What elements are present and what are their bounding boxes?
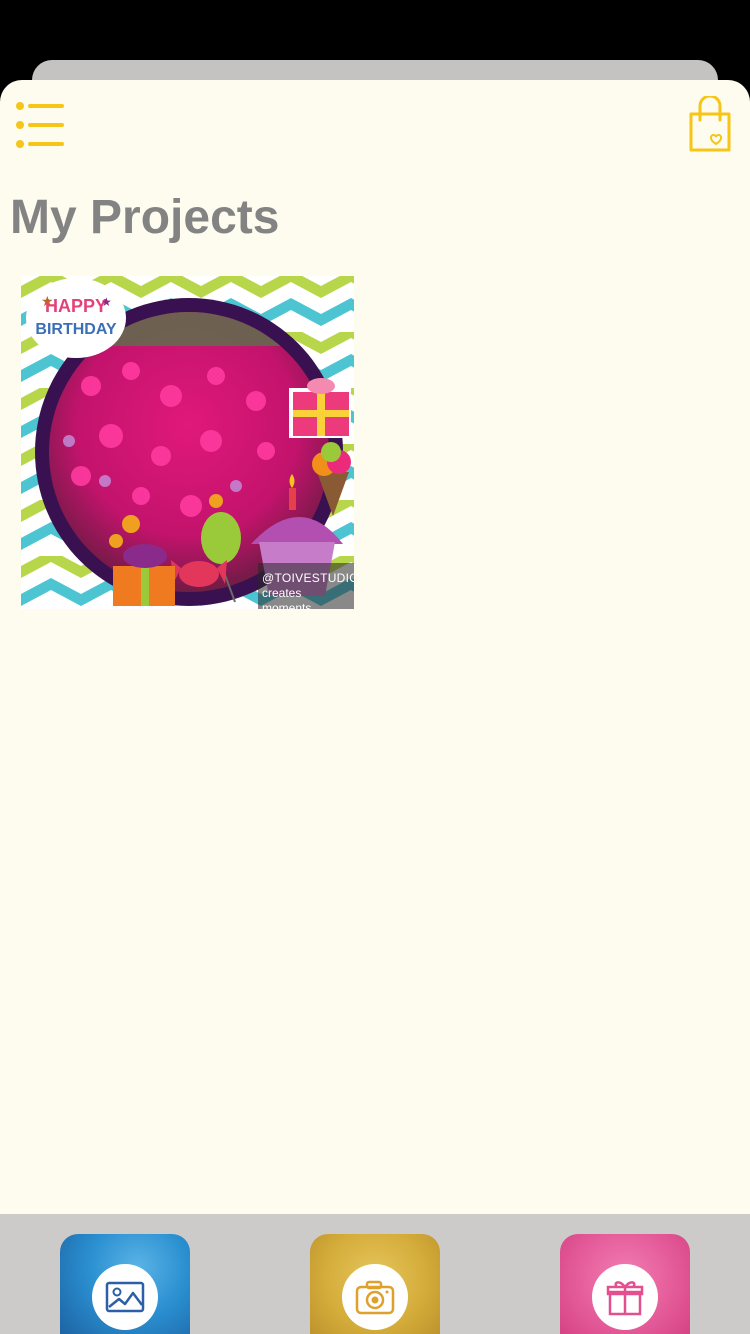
svg-text:★: ★ bbox=[101, 295, 112, 309]
gift-icon bbox=[606, 1281, 644, 1316]
project-thumbnail[interactable]: HAPPY BIRTHDAY ★ ★ @TOIVESTUDIO creates … bbox=[21, 276, 354, 609]
svg-text:HAPPY: HAPPY bbox=[45, 296, 107, 316]
screen: My Projects HAPPY BIRTHDAY ★ ★ @TOIVESTU… bbox=[0, 0, 750, 1334]
watermark-tagline: creates moments bbox=[262, 586, 312, 609]
watermark-handle: @TOIVESTUDIO bbox=[262, 571, 354, 585]
menu-button[interactable] bbox=[14, 100, 66, 152]
tab-gift[interactable] bbox=[560, 1234, 690, 1334]
tab-camera[interactable] bbox=[310, 1234, 440, 1334]
shopping-bag-icon bbox=[689, 94, 731, 152]
camera-icon bbox=[355, 1280, 395, 1315]
bottom-tab-bar bbox=[0, 1214, 750, 1334]
happy-birthday-sticker: HAPPY BIRTHDAY ★ ★ bbox=[26, 278, 126, 358]
gift-button-circle bbox=[592, 1264, 658, 1330]
page-title: My Projects bbox=[10, 191, 280, 244]
cart-button[interactable] bbox=[686, 94, 734, 156]
main-sheet: My Projects HAPPY BIRTHDAY ★ ★ @TOIVESTU… bbox=[0, 80, 750, 1334]
tab-photo-gallery[interactable] bbox=[60, 1234, 190, 1334]
camera-button-circle bbox=[342, 1264, 408, 1330]
svg-text:★: ★ bbox=[41, 294, 54, 310]
watermark-label: @TOIVESTUDIO creates moments bbox=[258, 563, 354, 609]
birthday-frame-artwork: HAPPY BIRTHDAY ★ ★ bbox=[21, 276, 354, 609]
svg-text:BIRTHDAY: BIRTHDAY bbox=[35, 321, 117, 338]
list-menu-icon bbox=[16, 102, 64, 148]
photo-gallery-button-circle bbox=[92, 1264, 158, 1330]
photo-gallery-icon bbox=[105, 1281, 145, 1313]
